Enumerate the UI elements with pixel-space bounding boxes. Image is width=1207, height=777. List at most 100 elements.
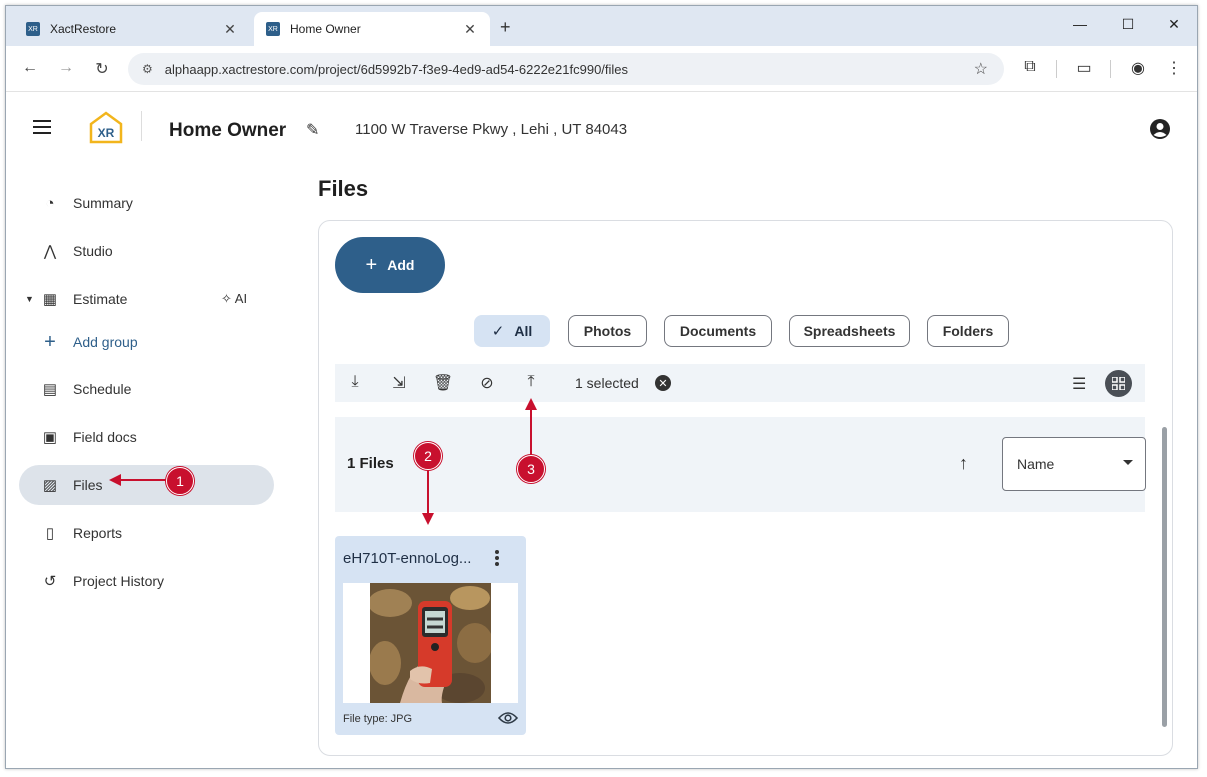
add-button[interactable]: + Add — [335, 237, 445, 293]
sidebar-item-label: Studio — [73, 243, 113, 259]
delete-icon[interactable]: 🗑 — [432, 373, 454, 393]
app-header: XR Home Owner ✎ 1100 W Traverse Pkwy , L… — [6, 93, 1197, 157]
xactrestore-logo: XR — [89, 111, 123, 144]
selection-action-bar: ⤓ ⇲ 🗑 ⊘ ⤒ 1 selected ✕ ☰ — [335, 364, 1145, 402]
minimize-icon[interactable]: — — [1070, 16, 1090, 32]
toolbar-divider — [1110, 60, 1111, 78]
annotation-arrow-3 — [530, 410, 532, 458]
sidebar-item-label: Add group — [73, 334, 138, 350]
filter-chip-documents[interactable]: Documents — [664, 315, 772, 347]
files-count: 1 Files — [347, 455, 394, 472]
browser-window: XR XactRestore ✕ XR Home Owner ✕ + — ☐ ✕… — [5, 5, 1198, 769]
plus-icon: + — [365, 253, 378, 276]
dropdown-arrow-icon — [1123, 460, 1133, 465]
calendar-icon: ▤ — [42, 381, 58, 398]
annotation-arrow-2 — [427, 467, 429, 517]
files-header-bar: 1 Files ↑ Name — [335, 417, 1146, 512]
filter-chip-folders[interactable]: Folders — [927, 315, 1009, 347]
toolbar-divider — [1056, 60, 1057, 78]
sidebar-item-project-history[interactable]: ↺ Project History — [19, 561, 274, 601]
ai-spark-icon: ✧ — [221, 291, 235, 306]
gauge-icon: ◔ — [45, 194, 55, 212]
account-icon[interactable] — [1149, 118, 1171, 140]
url-text: alphaapp.xactrestore.com/project/6d5992b… — [164, 61, 629, 77]
clipboard-icon: ▣ — [42, 429, 58, 446]
close-icon[interactable]: ✕ — [222, 21, 238, 38]
hide-eye-off-icon[interactable]: ⊘ — [476, 373, 498, 393]
calculator-icon: ▦ — [42, 291, 58, 308]
sidebar-item-schedule[interactable]: ▤ Schedule — [19, 369, 274, 409]
eye-icon[interactable] — [498, 711, 518, 725]
sidebar-item-files[interactable]: ▨ Files — [19, 465, 274, 505]
history-icon: ↺ — [43, 573, 57, 590]
browser-menu-icon[interactable]: ⋮ — [1163, 58, 1185, 78]
sidebar-item-label: Field docs — [73, 429, 137, 445]
file-thumbnail[interactable] — [343, 583, 518, 703]
browser-toolbar: ← → ↻ ⚙ alphaapp.xactrestore.com/project… — [6, 46, 1197, 92]
filter-chip-photos[interactable]: Photos — [568, 315, 647, 347]
close-icon[interactable]: ✕ — [462, 21, 478, 38]
address-bar[interactable]: ⚙ alphaapp.xactrestore.com/project/6d599… — [128, 53, 1004, 85]
sidebar-item-summary[interactable]: ◔ Summary — [19, 183, 274, 223]
document-icon: ▯ — [45, 525, 55, 542]
sidebar-item-add-group[interactable]: + Add group — [19, 322, 274, 362]
image-folder-icon: ▨ — [42, 477, 58, 494]
sidebar-item-label: Schedule — [73, 381, 132, 397]
extensions-icon[interactable]: ⧉ — [1019, 58, 1041, 76]
profile-icon[interactable]: ◉ — [1127, 58, 1149, 78]
sort-select[interactable]: Name — [1002, 437, 1146, 491]
grid-glyph — [1112, 377, 1125, 390]
file-name: eH710T-ennoLog... — [343, 550, 472, 567]
tab-strip: XR XactRestore ✕ XR Home Owner ✕ + — ☐ ✕ — [6, 6, 1197, 46]
sidebar-item-label: Project History — [73, 573, 165, 589]
window-close-icon[interactable]: ✕ — [1164, 16, 1184, 33]
annotation-callout-3: 3 — [517, 455, 545, 483]
expand-caret-icon[interactable]: ▼ — [25, 294, 34, 304]
forward-icon[interactable]: → — [56, 59, 76, 77]
menu-icon[interactable] — [33, 120, 51, 134]
selection-count: 1 selected — [575, 375, 639, 391]
ai-badge[interactable]: ✧ AI — [221, 291, 247, 307]
files-card: + Add ✓ All Photos Documents Spreadsheet… — [318, 220, 1173, 756]
maximize-icon[interactable]: ☐ — [1118, 16, 1138, 33]
xr-favicon-icon: XR — [266, 22, 280, 36]
annotation-arrowhead-1 — [109, 474, 121, 486]
back-icon[interactable]: ← — [20, 59, 40, 77]
list-view-icon[interactable]: ☰ — [1072, 374, 1086, 394]
grid-view-icon[interactable] — [1105, 370, 1132, 397]
sidebar-item-studio[interactable]: ⋀ Studio — [19, 231, 274, 271]
project-address: 1100 W Traverse Pkwy , Lehi , UT 84043 — [355, 121, 628, 138]
annotation-arrowhead-2 — [422, 513, 434, 525]
tab-title: Home Owner — [290, 22, 361, 36]
sidebar-item-field-docs[interactable]: ▣ Field docs — [19, 417, 274, 457]
upload-icon[interactable]: ⤒ — [520, 373, 542, 393]
filter-chip-spreadsheets[interactable]: Spreadsheets — [789, 315, 910, 347]
edit-pencil-icon[interactable]: ✎ — [306, 120, 319, 140]
sidebar-item-estimate[interactable]: ▼ ▦ Estimate ✧ AI — [19, 279, 274, 319]
sidebar-item-reports[interactable]: ▯ Reports — [19, 513, 274, 553]
download-icon[interactable]: ⤓ — [344, 373, 366, 393]
plus-icon: + — [44, 330, 56, 353]
tab-search-icon[interactable]: ▭ — [1073, 58, 1095, 78]
sort-direction-icon[interactable]: ↑ — [959, 453, 968, 474]
logo-text: XR — [98, 126, 115, 140]
page-title: Files — [318, 176, 369, 201]
file-card[interactable]: eH710T-ennoLog... File type: JPG — [335, 536, 526, 735]
tab-home-owner[interactable]: XR Home Owner ✕ — [254, 12, 490, 46]
check-icon: ✓ — [491, 323, 505, 340]
bookmark-star-icon[interactable]: ☆ — [974, 59, 988, 79]
more-options-icon[interactable] — [493, 550, 501, 568]
new-tab-icon[interactable]: + — [500, 17, 511, 38]
add-button-label: Add — [387, 257, 415, 273]
header-divider — [141, 111, 142, 141]
site-info-icon[interactable]: ⚙ — [142, 62, 153, 76]
tab-xactrestore[interactable]: XR XactRestore ✕ — [14, 12, 250, 46]
reload-icon[interactable]: ↻ — [92, 59, 112, 79]
move-to-folder-icon[interactable]: ⇲ — [388, 373, 410, 393]
filter-chip-all[interactable]: ✓ All — [474, 315, 550, 347]
sidebar-item-label: Estimate — [73, 291, 128, 307]
scrollbar[interactable] — [1162, 417, 1168, 737]
project-title: Home Owner — [169, 120, 287, 141]
clear-selection-icon[interactable]: ✕ — [655, 375, 671, 391]
moisture-meter-photo — [370, 583, 491, 703]
